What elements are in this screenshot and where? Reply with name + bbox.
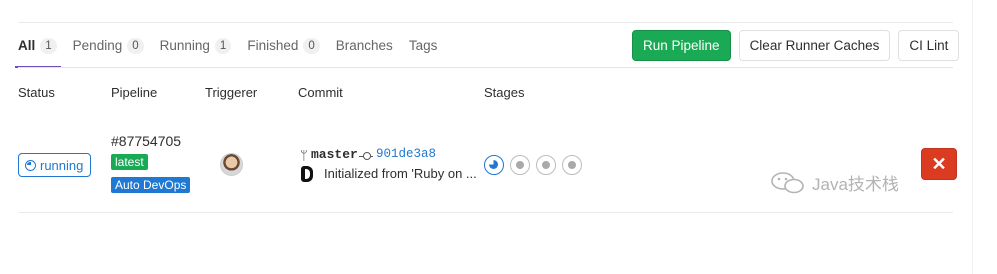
- tabs-divider: [18, 67, 953, 68]
- clear-runner-caches-button[interactable]: Clear Runner Caches: [738, 30, 891, 61]
- column-header-pipeline: Pipeline: [111, 85, 158, 100]
- column-header-commit: Commit: [298, 85, 343, 100]
- tab-count-badge: 1: [40, 37, 57, 54]
- pipeline-stages: [484, 155, 588, 175]
- tab-label: Branches: [335, 38, 393, 53]
- status-running-icon: [25, 159, 36, 171]
- stage-running-icon[interactable]: [484, 155, 504, 175]
- pipeline-tabs: All 1 Pending 0 Running 1 Finished 0 Bra…: [15, 24, 453, 68]
- pipeline-id-link[interactable]: #87754705: [111, 133, 181, 149]
- tab-label: Running: [159, 38, 210, 53]
- tab-all[interactable]: All 1: [15, 24, 61, 68]
- tab-label: Tags: [408, 38, 438, 53]
- branch-link[interactable]: master: [311, 147, 358, 162]
- stage-pending-icon[interactable]: [536, 155, 556, 175]
- tab-running[interactable]: Running 1: [160, 24, 232, 67]
- commit-message-link[interactable]: Initialized from 'Ruby on ...: [324, 166, 477, 181]
- tab-branches[interactable]: Branches: [336, 24, 393, 67]
- commit-sha-link[interactable]: 901de3a8: [376, 147, 436, 161]
- watermark-text: Java技术栈: [812, 175, 899, 194]
- column-header-triggerer: Triggerer: [205, 85, 258, 100]
- watermark: Java技术栈: [770, 170, 899, 195]
- commit-icon: [359, 152, 373, 160]
- latest-badge: latest: [111, 154, 148, 170]
- ci-lint-button[interactable]: CI Lint: [898, 30, 960, 61]
- status-label: running: [40, 157, 84, 173]
- tab-count-badge: 0: [303, 37, 320, 54]
- stage-pending-icon[interactable]: [562, 155, 582, 175]
- commit-author-avatar[interactable]: [301, 166, 313, 182]
- column-header-stages: Stages: [484, 85, 525, 100]
- tab-count-badge: 0: [127, 37, 144, 54]
- tab-tags[interactable]: Tags: [409, 24, 438, 67]
- column-header-status: Status: [18, 85, 55, 100]
- status-badge[interactable]: running: [18, 153, 92, 177]
- run-pipeline-button[interactable]: Run Pipeline: [632, 30, 731, 61]
- top-divider: [18, 22, 953, 23]
- cancel-pipeline-button[interactable]: ✕: [921, 148, 957, 180]
- pipeline-actions: Run Pipeline Clear Runner Caches CI Lint: [632, 30, 967, 61]
- wechat-icon: [771, 171, 804, 193]
- triggerer-avatar[interactable]: [220, 153, 243, 176]
- stage-pending-icon[interactable]: [510, 155, 530, 175]
- tab-label: Finished: [247, 38, 299, 53]
- auto-devops-badge[interactable]: Auto DevOps: [111, 177, 191, 193]
- row-divider: [18, 212, 953, 213]
- tab-pending[interactable]: Pending 0: [73, 24, 144, 67]
- tab-label: All: [18, 38, 36, 53]
- close-icon: ✕: [931, 153, 947, 174]
- tab-finished[interactable]: Finished 0: [247, 24, 320, 67]
- branch-icon: ᛘ: [300, 148, 308, 163]
- tab-label: Pending: [72, 38, 123, 53]
- tab-count-badge: 1: [214, 37, 232, 54]
- right-border: [972, 0, 973, 274]
